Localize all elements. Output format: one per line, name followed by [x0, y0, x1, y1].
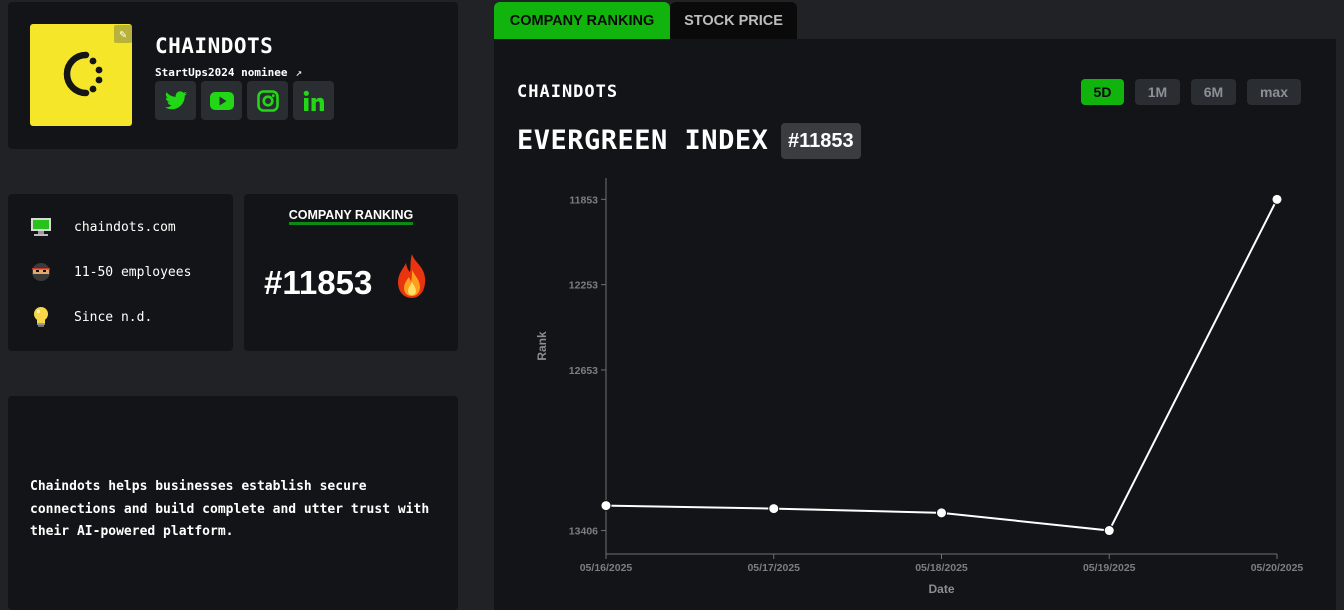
description-card: Chaindots helps businesses establish sec…	[8, 396, 458, 610]
y-tick-label: 11853	[569, 194, 598, 206]
ranking-value: #11853	[264, 264, 373, 301]
ranking-card-title-text: COMPANY RANKING	[288, 208, 414, 225]
x-axis-title: Date	[928, 582, 954, 596]
employees-row: 11-50 employees	[30, 261, 191, 283]
rank-data-point	[1271, 193, 1283, 205]
rank-series-line	[605, 198, 1278, 532]
company-description: Chaindots helps businesses establish sec…	[30, 479, 430, 539]
rank-line-chart: 11853 12253 12653 13406 05/16/2025 05/17/2025…	[535, 178, 1304, 596]
founded-row: Since n.d.	[30, 306, 152, 328]
y-tick-label: 12653	[569, 365, 598, 377]
x-tick-label: 05/18/2025	[915, 562, 968, 574]
y-tick-label: 12253	[569, 280, 598, 292]
y-axis-title: Rank	[535, 331, 549, 361]
rank-data-point	[936, 507, 947, 519]
website-row[interactable]: chaindots.com	[30, 216, 176, 238]
nominee-badge[interactable]: StartUps2024 nominee ↗	[155, 66, 302, 79]
rank-data-point	[768, 503, 780, 515]
x-tick-label: 05/20/2025	[1251, 562, 1304, 574]
employees-count: 11-50 employees	[74, 264, 192, 280]
company-info-card: chaindots.com 11-50 employees Since n.d.	[8, 194, 233, 351]
instagram-icon	[256, 89, 279, 112]
ranking-card: COMPANY RANKING #11853	[244, 194, 458, 351]
linkedin-icon	[303, 90, 324, 111]
rank-data-point	[1103, 525, 1115, 537]
linkedin-link[interactable]	[293, 81, 334, 120]
fire-icon	[394, 252, 430, 304]
external-link-icon[interactable]: ↗	[295, 66, 302, 79]
twitter-link[interactable]	[155, 81, 196, 120]
instagram-link[interactable]	[247, 81, 288, 120]
tab-company-ranking[interactable]: COMPANY RANKING	[494, 2, 670, 39]
company-name: CHAINDOTS	[155, 34, 274, 58]
edit-logo-icon[interactable]: ✎	[114, 25, 132, 43]
x-tick-label: 05/17/2025	[747, 562, 800, 574]
founded-year: Since n.d.	[74, 309, 153, 325]
lightbulb-icon	[30, 306, 52, 328]
computer-icon	[30, 216, 52, 238]
company-profile-card: ✎ CHAINDOTS StartUps2024 nominee ↗	[8, 2, 458, 149]
y-tick-label: 13406	[569, 526, 598, 538]
youtube-icon	[209, 91, 234, 110]
x-tick-label: 05/19/2025	[1083, 562, 1136, 574]
rank-data-point	[600, 500, 612, 512]
nominee-text: StartUps2024 nominee	[155, 66, 288, 79]
social-links	[155, 81, 334, 120]
ranking-card-title: COMPANY RANKING	[244, 208, 458, 225]
ninja-icon	[30, 261, 52, 283]
youtube-link[interactable]	[201, 81, 242, 120]
x-tick-label: 05/16/2025	[580, 562, 633, 574]
twitter-icon	[164, 90, 187, 109]
tab-stock-price[interactable]: STOCK PRICE	[670, 2, 797, 39]
ranking-chart-panel: CHAINDOTS 5D 1M 6M max EVERGREEN INDEX #…	[494, 39, 1336, 610]
website-link[interactable]: chaindots.com	[74, 220, 176, 235]
